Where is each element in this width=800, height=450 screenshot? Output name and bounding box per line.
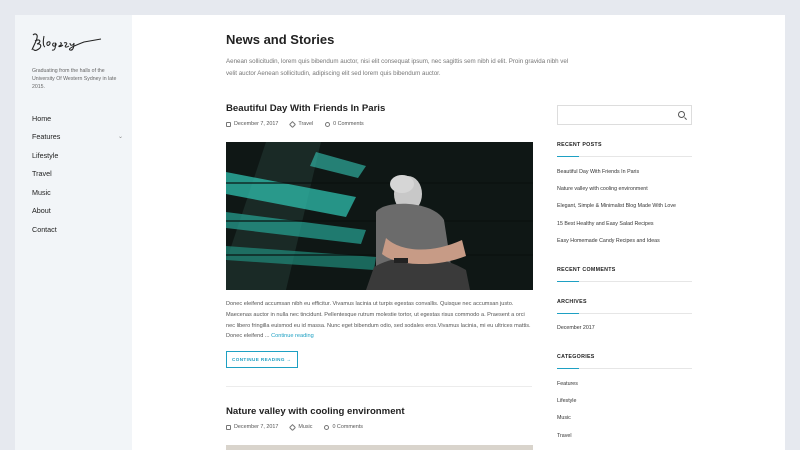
post-comments[interactable]: 0 Comments xyxy=(325,121,364,127)
nav-item-label: Music xyxy=(32,187,51,197)
tag-icon xyxy=(289,120,297,128)
post-title[interactable]: Beautiful Day With Friends In Paris xyxy=(226,103,532,114)
post-comments-text: 0 Comments xyxy=(333,121,364,127)
post-category-text: Travel xyxy=(298,121,314,127)
site-tagline: Graduating from the halls of the Univers… xyxy=(32,68,117,90)
nav-item-label: Features xyxy=(32,132,61,142)
recent-post-link[interactable]: Beautiful Day With Friends In Paris xyxy=(557,169,639,175)
continue-reading-button[interactable]: CONTINUE READING → xyxy=(226,351,298,368)
post-featured-image[interactable] xyxy=(226,445,533,450)
post-card: Nature valley with cooling environment D… xyxy=(226,406,532,431)
man-on-stairs-photo xyxy=(226,142,533,290)
chevron-down-icon[interactable]: ⌄ xyxy=(118,133,123,140)
nav-item-home[interactable]: Home xyxy=(32,109,127,128)
post-comments-text: 0 Comments xyxy=(332,424,363,430)
post-category-text: Music xyxy=(298,424,313,430)
recent-post-link[interactable]: Elegant, Simple & Minimalist Blog Made W… xyxy=(557,203,676,209)
comment-icon xyxy=(324,424,330,430)
post-excerpt: Donec eleifend accumsan nibh eu efficitu… xyxy=(226,299,533,342)
post-title[interactable]: Nature valley with cooling environment xyxy=(226,406,532,417)
widget-title-categories: CATEGORIES xyxy=(557,354,595,360)
recent-post-link[interactable]: 15 Best Healthy and Easy Salad Recipes xyxy=(557,221,654,227)
widget-divider xyxy=(557,313,692,314)
post-category[interactable]: Music xyxy=(289,423,313,431)
category-link[interactable]: Features xyxy=(557,381,578,387)
nav-item-travel[interactable]: Travel xyxy=(32,165,127,184)
nav-item-label: Travel xyxy=(32,169,52,179)
post-date-text: December 7, 2017 xyxy=(234,424,279,430)
site-logo[interactable] xyxy=(29,29,109,55)
category-link[interactable]: Travel xyxy=(557,433,572,439)
calendar-icon xyxy=(226,121,231,127)
category-link[interactable]: Music xyxy=(557,415,571,421)
nav-item-label: Lifestyle xyxy=(32,150,59,160)
post-meta: December 7, 2017 Music 0 Comments xyxy=(226,423,532,431)
widget-title-recent-comments: RECENT COMMENTS xyxy=(557,267,616,273)
site-frame: Graduating from the halls of the Univers… xyxy=(15,15,785,450)
comment-icon xyxy=(325,121,331,127)
search-input[interactable] xyxy=(557,105,692,125)
page-title: News and Stories xyxy=(226,32,335,47)
post-date[interactable]: December 7, 2017 xyxy=(226,121,278,127)
nav-item-lifestyle[interactable]: Lifestyle xyxy=(32,146,127,165)
nav-item-contact[interactable]: Contact xyxy=(32,220,127,239)
post-card: Beautiful Day With Friends In Paris Dece… xyxy=(226,103,532,128)
post-date[interactable]: December 7, 2017 xyxy=(226,424,278,430)
post-category[interactable]: Travel xyxy=(289,120,314,128)
continue-reading-link[interactable]: Continue reading xyxy=(271,333,314,339)
widget-divider xyxy=(557,281,692,282)
post-divider xyxy=(226,386,532,387)
search-icon[interactable] xyxy=(678,111,685,118)
main-nav: Home Features ⌄ Lifestyle Travel Music Ab… xyxy=(32,109,127,239)
left-sidebar: Graduating from the halls of the Univers… xyxy=(15,15,132,450)
nav-item-label: Contact xyxy=(32,224,57,234)
recent-post-link[interactable]: Nature valley with cooling environment xyxy=(557,186,648,192)
post-meta: December 7, 2017 Travel 0 Comments xyxy=(226,120,532,128)
nav-item-label: About xyxy=(32,206,51,216)
category-link[interactable]: Lifestyle xyxy=(557,398,576,404)
post-date-text: December 7, 2017 xyxy=(234,121,279,127)
nav-item-features[interactable]: Features ⌄ xyxy=(32,128,127,147)
widget-divider xyxy=(557,368,692,369)
main-content: News and Stories Aenean sollicitudin, lo… xyxy=(132,15,785,450)
widget-title-archives: ARCHIVES xyxy=(557,299,587,305)
tag-icon xyxy=(289,423,297,431)
nav-item-about[interactable]: About xyxy=(32,202,127,221)
widget-divider xyxy=(557,156,692,157)
page-intro: Aenean sollicitudin, lorem quis bibendum… xyxy=(226,58,569,77)
calendar-icon xyxy=(226,424,231,430)
archive-link[interactable]: December 2017 xyxy=(557,325,595,331)
nav-item-label: Home xyxy=(32,113,52,123)
post-comments[interactable]: 0 Comments xyxy=(324,424,363,430)
logo-script-icon xyxy=(31,33,102,51)
nav-item-music[interactable]: Music xyxy=(32,183,127,202)
recent-post-link[interactable]: Easy Homemade Candy Recipes and Ideas xyxy=(557,238,660,244)
post-featured-image[interactable] xyxy=(226,142,533,290)
widget-title-recent-posts: RECENT POSTS xyxy=(557,142,602,148)
